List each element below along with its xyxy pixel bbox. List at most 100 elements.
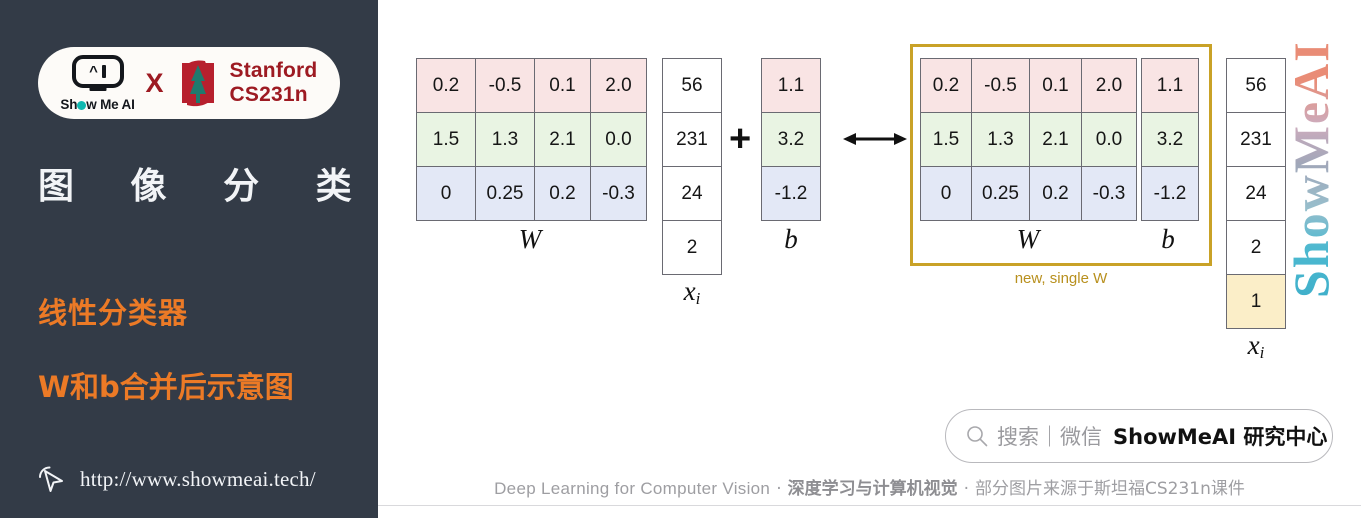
cursor-pointer-icon: [39, 466, 63, 492]
w-cell: 2.1: [534, 112, 591, 167]
b-cell: 3.2: [761, 112, 821, 167]
merged-w-label: W: [1016, 224, 1040, 254]
merged-w-cell: 0.0: [1081, 112, 1137, 167]
table-row: 1.5 1.3 2.1 0.0: [416, 112, 647, 167]
x-cell: 24: [662, 166, 722, 221]
footer-separator-2: ·: [963, 479, 969, 499]
x-aug-subscript: i: [1259, 343, 1265, 362]
topic-subtitle-secondary: W和b合并后示意图: [38, 370, 294, 404]
b-cell: -1.2: [761, 166, 821, 221]
footer-divider: [378, 505, 1361, 506]
x-aug-bias-cell: 1: [1226, 274, 1286, 329]
table-row: 3.2: [761, 112, 821, 167]
table-row: 56: [662, 58, 722, 113]
x-cell: 231: [662, 112, 722, 167]
merged-w-cell: 1.5: [920, 112, 972, 167]
table-row: 2: [662, 220, 722, 275]
merged-b-label: b: [1161, 224, 1175, 254]
x-vector-subscript: i: [695, 289, 701, 308]
x-aug-cell: 2: [1226, 220, 1286, 275]
table-row: 1: [1226, 274, 1286, 329]
search-brand-label: ShowMeAI 研究中心: [1113, 425, 1328, 449]
merged-w-cell: 1.3: [971, 112, 1030, 167]
table-row: 24: [662, 166, 722, 221]
topic-subtitle-primary: 线性分类器: [38, 296, 189, 330]
x-aug-cell: 231: [1226, 112, 1286, 167]
slide-root: ^ Sh w Me AI X Stanford CS231n 图 像 分 类 线性…: [0, 0, 1361, 518]
logo-pill: ^ Sh w Me AI X Stanford CS231n: [38, 47, 340, 119]
merged-b-cell: 1.1: [1141, 58, 1199, 113]
table-row: 0.2 -0.5 0.1 2.0: [416, 58, 647, 113]
merged-w-cell: 0.25: [971, 166, 1030, 221]
stanford-line1: Stanford: [229, 59, 318, 83]
table-row: 1.5 1.3 2.1 0.0 3.2: [920, 112, 1199, 167]
b-vector-label: b: [784, 224, 798, 254]
merged-w-caption: new, single W: [1014, 270, 1108, 287]
footer-chinese-title: 深度学习与计算机视觉: [787, 479, 958, 499]
b-cell: 1.1: [761, 58, 821, 113]
wechat-search-pill[interactable]: 搜索｜微信 ShowMeAI 研究中心: [945, 409, 1333, 463]
w-cell: 0.0: [590, 112, 647, 167]
page-title: 图 像 分 类: [38, 166, 374, 207]
equivalence-arrow-icon: [843, 133, 907, 145]
stanford-tree-icon: [175, 55, 221, 111]
x-aug-cell: 56: [1226, 58, 1286, 113]
w-cell: 0.2: [534, 166, 591, 221]
w-cell: 0.25: [475, 166, 535, 221]
site-url-text: http://www.showmeai.tech/: [80, 466, 316, 491]
x-vector-augmented-label: xi: [1247, 330, 1265, 362]
x-cell: 2: [662, 220, 722, 275]
search-icon: [967, 426, 988, 447]
footer-english: Deep Learning for Computer Vision: [494, 479, 771, 498]
search-placeholder-label: 搜索｜微信: [997, 425, 1102, 449]
stanford-course-name: Stanford CS231n: [230, 59, 318, 106]
table-row: 0 0.25 0.2 -0.3 -1.2: [920, 166, 1199, 221]
plus-operator: +: [729, 118, 752, 160]
merged-w-cell: 2.0: [1081, 58, 1137, 113]
merged-b-cell: -1.2: [1141, 166, 1199, 221]
robot-eye-bar: [101, 64, 106, 78]
merged-w-cell: 0.2: [1029, 166, 1082, 221]
table-row: 2: [1226, 220, 1286, 275]
w-cell: -0.5: [475, 58, 535, 113]
x-vector-augmented: 56 231 24 2 1: [1226, 58, 1286, 329]
footer-separator-1: ·: [776, 479, 782, 499]
showmeai-logo: ^ Sh w Me AI: [60, 54, 135, 112]
site-url-row[interactable]: http://www.showmeai.tech/: [34, 462, 316, 496]
sidebar: ^ Sh w Me AI X Stanford CS231n 图 像 分 类 线性…: [0, 0, 378, 518]
footer-caption: Deep Learning for Computer Vision · 深度学习与计…: [378, 474, 1361, 499]
w-cell: 0.2: [416, 58, 476, 113]
robot-eye-caret: ^: [89, 62, 98, 80]
w-matrix-label: W: [518, 224, 542, 254]
merged-w-cell: -0.3: [1081, 166, 1137, 221]
w-cell: 2.0: [590, 58, 647, 113]
w-cell: 0: [416, 166, 476, 221]
x-vector-label: xi: [683, 276, 701, 308]
merged-w-cell: 0.2: [920, 58, 972, 113]
table-row: 231: [662, 112, 722, 167]
x-cell: 56: [662, 58, 722, 113]
merged-w-cell: 0: [920, 166, 972, 221]
table-row: 24: [1226, 166, 1286, 221]
merged-w-cell: -0.5: [971, 58, 1030, 113]
w-cell: 1.5: [416, 112, 476, 167]
w-cell: 0.1: [534, 58, 591, 113]
footer-chinese-note: 部分图片来源于斯坦福CS231n课件: [975, 479, 1245, 499]
merged-w-cell: 0.1: [1029, 58, 1082, 113]
w-matrix: 0.2 -0.5 0.1 2.0 1.5 1.3 2.1 0.0 0 0.25 …: [416, 58, 647, 221]
teal-dot-icon: [77, 100, 87, 110]
w-cell: 1.3: [475, 112, 535, 167]
stanford-line2: CS231n: [229, 83, 308, 106]
b-vector: 1.1 3.2 -1.2: [761, 58, 821, 221]
table-row: 0 0.25 0.2 -0.3: [416, 166, 647, 221]
merged-b-cell: 3.2: [1141, 112, 1199, 167]
table-row: 0.2 -0.5 0.1 2.0 1.1: [920, 58, 1199, 113]
table-row: -1.2: [761, 166, 821, 221]
table-row: 231: [1226, 112, 1286, 167]
showmeai-wordmark: Sh w Me AI: [60, 96, 135, 112]
merged-w-cell: 2.1: [1029, 112, 1082, 167]
cross-label: X: [145, 67, 164, 98]
table-row: 1.1: [761, 58, 821, 113]
x-vector: 56 231 24 2: [662, 58, 722, 275]
robot-face-icon: ^: [71, 54, 124, 88]
